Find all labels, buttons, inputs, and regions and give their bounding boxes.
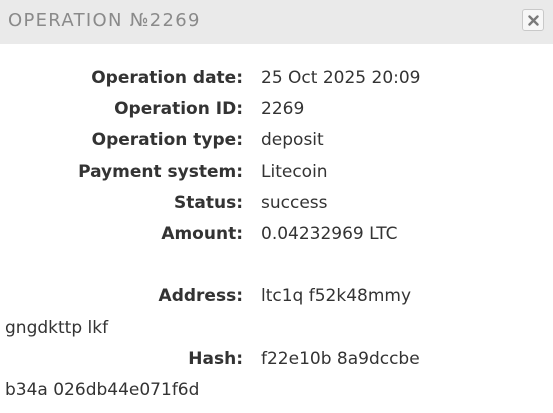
hash-label: Hash: (188, 349, 243, 369)
operation-date-label: Operation date: (91, 68, 243, 88)
status-value: success (261, 193, 328, 213)
detail-row-hash: Hash: f22e10b 8a9dccbe (0, 347, 553, 371)
operation-modal: OPERATION №2269 Operation date: 25 Oct 2… (0, 0, 553, 413)
detail-row-address: Address: ltc1q f52k48mmy (0, 284, 553, 308)
operation-type-value: deposit (261, 130, 324, 150)
payment-system-label: Payment system: (78, 162, 243, 182)
operation-type-label: Operation type: (91, 130, 243, 150)
amount-label: Amount: (161, 224, 243, 244)
operation-id-label: Operation ID: (114, 99, 243, 119)
address-label: Address: (158, 286, 243, 306)
modal-title: OPERATION №2269 (8, 10, 201, 31)
modal-header: OPERATION №2269 (0, 0, 553, 44)
amount-value: 0.04232969 LTC (261, 224, 398, 244)
payment-system-value: Litecoin (261, 162, 328, 182)
detail-row-operation-id: Operation ID: 2269 (0, 97, 553, 121)
address-value-continued: gngdkttp lkf (5, 318, 109, 338)
close-button[interactable] (522, 9, 544, 31)
status-label: Status: (174, 193, 243, 213)
detail-row-status: Status: success (0, 191, 553, 215)
hash-value-continued: b34a 026db44e071f6d (5, 380, 200, 400)
address-value: ltc1q f52k48mmy (261, 286, 412, 306)
close-x-icon (527, 14, 539, 26)
detail-row-operation-date: Operation date: 25 Oct 2025 20:09 (0, 66, 553, 90)
operation-id-value: 2269 (261, 99, 305, 119)
operation-date-value: 25 Oct 2025 20:09 (261, 68, 421, 88)
detail-row-payment-system: Payment system: Litecoin (0, 160, 553, 184)
detail-row-amount: Amount: 0.04232969 LTC (0, 222, 553, 246)
detail-row-operation-type: Operation type: deposit (0, 128, 553, 152)
hash-value: f22e10b 8a9dccbe (261, 349, 420, 369)
